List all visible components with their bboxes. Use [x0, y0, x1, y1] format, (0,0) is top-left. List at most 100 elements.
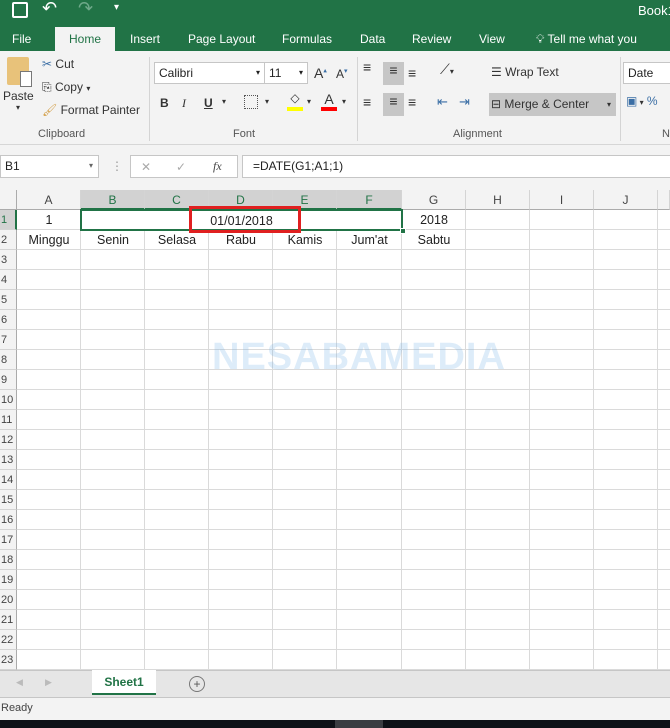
cell-b2[interactable]: Senin [81, 230, 145, 250]
select-all-corner[interactable] [0, 190, 17, 210]
add-sheet-icon[interactable]: + [189, 676, 205, 692]
underline-dropdown-icon[interactable]: ▾ [222, 97, 226, 106]
column-header-j[interactable]: J [594, 190, 658, 210]
borders-dropdown-icon[interactable]: ▾ [265, 97, 269, 106]
row-header-5[interactable]: 5 [0, 290, 17, 310]
accounting-format-icon[interactable]: ▣ ▾ % [626, 94, 658, 108]
align-top-icon[interactable]: ≡ [363, 59, 371, 75]
row-header-20[interactable]: 20 [0, 590, 17, 610]
status-text: Ready [1, 702, 33, 714]
gridline [17, 449, 670, 450]
merge-center-button[interactable]: ⊟ Merge & Center ▾ [489, 93, 616, 116]
fill-dropdown-icon[interactable]: ▾ [307, 97, 311, 106]
name-box[interactable]: B1 ▾ [0, 155, 99, 178]
undo-icon[interactable]: ↶ [42, 0, 57, 19]
tell-me-search[interactable]: 💡︎ Tell me what you want [528, 27, 670, 70]
row-header-4[interactable]: 4 [0, 270, 17, 290]
formula-input[interactable]: =DATE(G1;A1;1) [242, 155, 670, 178]
cancel-icon[interactable]: ✕ [141, 157, 151, 177]
row-header-18[interactable]: 18 [0, 550, 17, 570]
tab-page-layout[interactable]: Page Layout [180, 27, 263, 51]
decrease-indent-icon[interactable]: ⇤ [437, 94, 448, 110]
save-icon[interactable] [12, 2, 28, 18]
prev-sheet-icon[interactable]: ◀ [16, 677, 23, 688]
row-header-12[interactable]: 12 [0, 430, 17, 450]
row-header-2[interactable]: 2 [0, 230, 17, 250]
align-right-icon[interactable]: ≡ [408, 94, 416, 110]
row-header-11[interactable]: 11 [0, 410, 17, 430]
gridline [17, 409, 670, 410]
enter-icon[interactable]: ✓ [176, 157, 186, 177]
align-left-icon[interactable]: ≡ [363, 94, 371, 110]
font-color-icon[interactable]: A [321, 91, 337, 111]
tab-formulas[interactable]: Formulas [274, 27, 340, 51]
cut-button[interactable]: ✂ Cut [42, 57, 74, 71]
column-header-h[interactable]: H [466, 190, 530, 210]
row-header-9[interactable]: 9 [0, 370, 17, 390]
font-color-dropdown-icon[interactable]: ▾ [342, 97, 346, 106]
row-header-23[interactable]: 23 [0, 650, 17, 670]
borders-icon[interactable] [244, 95, 258, 109]
row-header-8[interactable]: 8 [0, 350, 17, 370]
tab-file[interactable]: File [4, 27, 39, 51]
font-name-select[interactable]: Calibri ▾ [154, 62, 265, 84]
wrap-text-button[interactable]: ☰ Wrap Text [491, 65, 559, 79]
column-header-i[interactable]: I [530, 190, 594, 210]
row-header-19[interactable]: 19 [0, 570, 17, 590]
row-header-1[interactable]: 1 [0, 210, 17, 230]
cell-g2[interactable]: Sabtu [402, 230, 466, 250]
row-header-16[interactable]: 16 [0, 510, 17, 530]
bold-button[interactable]: B [160, 96, 169, 110]
copy-button[interactable]: ⎘ Copy ▾ [42, 80, 90, 95]
cell-g1[interactable]: 2018 [402, 210, 466, 230]
font-size-select[interactable]: 11 ▾ [264, 62, 308, 84]
row-header-6[interactable]: 6 [0, 310, 17, 330]
increase-indent-icon[interactable]: ⇥ [459, 94, 470, 110]
row-header-22[interactable]: 22 [0, 630, 17, 650]
row-header-7[interactable]: 7 [0, 330, 17, 350]
column-header-k[interactable] [658, 190, 670, 210]
fill-color-icon[interactable]: ◇ [287, 91, 303, 111]
orientation-icon[interactable]: ⟋▾ [440, 61, 454, 78]
row-header-10[interactable]: 10 [0, 390, 17, 410]
redo-icon[interactable]: ↷ [78, 0, 93, 19]
tab-data[interactable]: Data [352, 27, 393, 51]
tab-view[interactable]: View [471, 27, 513, 51]
customize-icon[interactable]: ▾ [114, 2, 119, 13]
number-format-select[interactable]: Date [623, 62, 670, 84]
row-header-15[interactable]: 15 [0, 490, 17, 510]
format-painter-button[interactable]: 🖌︎ Format Painter [42, 103, 140, 117]
cell-e2[interactable]: Kamis [273, 230, 337, 250]
italic-button[interactable]: I [182, 96, 186, 111]
row-header-21[interactable]: 21 [0, 610, 17, 630]
gridline [529, 210, 530, 670]
cell-a2[interactable]: Minggu [17, 230, 81, 250]
increase-font-icon[interactable]: A▴ [314, 65, 327, 81]
decrease-font-icon[interactable]: A▾ [336, 67, 348, 81]
next-sheet-icon[interactable]: ▶ [45, 677, 52, 688]
paste-button[interactable]: Paste ▾ [3, 57, 34, 112]
column-header-f[interactable]: F [337, 190, 402, 210]
tab-insert[interactable]: Insert [122, 27, 168, 51]
column-header-a[interactable]: A [17, 190, 81, 210]
gridline [17, 509, 670, 510]
column-header-b[interactable]: B [81, 190, 145, 210]
row-header-13[interactable]: 13 [0, 450, 17, 470]
insert-function-icon[interactable]: fx [213, 156, 222, 176]
row-header-17[interactable]: 17 [0, 530, 17, 550]
cell-c2[interactable]: Selasa [145, 230, 209, 250]
sheet-tab-sheet1[interactable]: Sheet1 [92, 670, 156, 695]
clipboard-group-label: Clipboard [38, 128, 86, 140]
cell-a1[interactable]: 1 [17, 210, 81, 230]
cell-f2[interactable]: Jum'at [337, 230, 402, 250]
row-header-3[interactable]: 3 [0, 250, 17, 270]
align-bottom-icon[interactable]: ≡ [408, 65, 416, 81]
cell-d2[interactable]: Rabu [209, 230, 273, 250]
tab-review[interactable]: Review [404, 27, 459, 51]
row-header-14[interactable]: 14 [0, 470, 17, 490]
tab-home[interactable]: Home [55, 27, 115, 51]
column-header-g[interactable]: G [402, 190, 466, 210]
align-middle-icon[interactable]: ≡ [383, 62, 404, 85]
align-center-icon[interactable]: ≡ [383, 93, 404, 116]
underline-button[interactable]: U [204, 96, 213, 110]
